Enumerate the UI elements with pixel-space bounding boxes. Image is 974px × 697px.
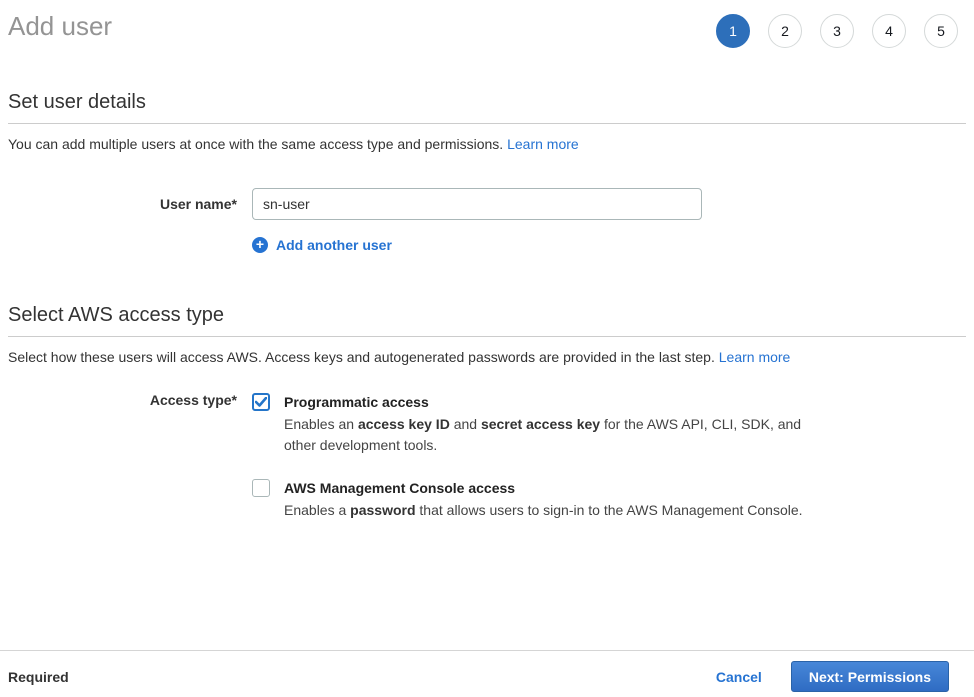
user-name-label: User name* [8, 188, 237, 220]
learn-more-link-access-type[interactable]: Learn more [719, 349, 791, 365]
programmatic-access-desc: Enables an access key ID and secret acce… [284, 414, 814, 456]
step-2-label: 2 [781, 23, 789, 39]
access-type-label: Access type* [8, 392, 237, 521]
add-another-user-row: + Add another user [8, 236, 966, 253]
user-details-description-text: You can add multiple users at once with … [8, 136, 507, 152]
section-access-type: Select AWS access type Select how these … [0, 303, 974, 521]
access-type-row: Access type* Programmatic access Enables… [8, 392, 966, 521]
desc-bold: password [350, 502, 415, 518]
section-user-details: Set user details You can add multiple us… [0, 90, 974, 253]
console-access-desc: Enables a password that allows users to … [284, 500, 803, 521]
user-details-description: You can add multiple users at once with … [8, 136, 966, 152]
programmatic-access-option: Programmatic access Enables an access ke… [252, 392, 814, 456]
console-access-checkbox[interactable] [252, 479, 270, 497]
plus-icon: + [252, 237, 268, 253]
step-indicator: 1 2 3 4 5 [716, 12, 958, 48]
section-divider [8, 123, 966, 124]
step-4-indicator: 4 [872, 14, 906, 48]
add-another-user-label: Add another user [276, 237, 392, 253]
add-another-user-link[interactable]: + Add another user [252, 237, 392, 253]
learn-more-link-user-details[interactable]: Learn more [507, 136, 579, 152]
user-name-field[interactable] [252, 188, 702, 220]
console-access-option: AWS Management Console access Enables a … [252, 478, 814, 521]
desc-bold: access key ID [358, 416, 450, 432]
next-permissions-button[interactable]: Next: Permissions [791, 661, 949, 692]
spacer-label [8, 236, 237, 253]
step-1-indicator: 1 [716, 14, 750, 48]
access-type-heading: Select AWS access type [8, 303, 966, 327]
add-user-page: Add user 1 2 3 4 5 Set user details You … [0, 0, 974, 697]
desc-text: that allows users to sign-in to the AWS … [416, 502, 803, 518]
wizard-footer: Required Cancel Next: Permissions [0, 650, 974, 697]
required-note: Required [8, 669, 69, 685]
desc-text: and [450, 416, 481, 432]
desc-text: Enables an [284, 416, 358, 432]
step-2-indicator: 2 [768, 14, 802, 48]
section-divider [8, 336, 966, 337]
programmatic-access-checkbox[interactable] [252, 393, 270, 411]
cancel-link[interactable]: Cancel [716, 669, 762, 685]
step-3-label: 3 [833, 23, 841, 39]
checkmark-icon [255, 397, 267, 407]
step-5-label: 5 [937, 23, 945, 39]
access-type-description: Select how these users will access AWS. … [8, 349, 966, 365]
user-details-heading: Set user details [8, 90, 966, 114]
page-header: Add user 1 2 3 4 5 [0, 0, 974, 48]
step-3-indicator: 3 [820, 14, 854, 48]
step-1-label: 1 [729, 23, 737, 39]
programmatic-access-title: Programmatic access [284, 392, 814, 412]
desc-bold: secret access key [481, 416, 600, 432]
page-title: Add user [8, 12, 112, 41]
access-type-description-text: Select how these users will access AWS. … [8, 349, 719, 365]
step-4-label: 4 [885, 23, 893, 39]
desc-text: Enables a [284, 502, 350, 518]
user-name-row: User name* [8, 188, 966, 220]
step-5-indicator: 5 [924, 14, 958, 48]
console-access-title: AWS Management Console access [284, 478, 803, 498]
